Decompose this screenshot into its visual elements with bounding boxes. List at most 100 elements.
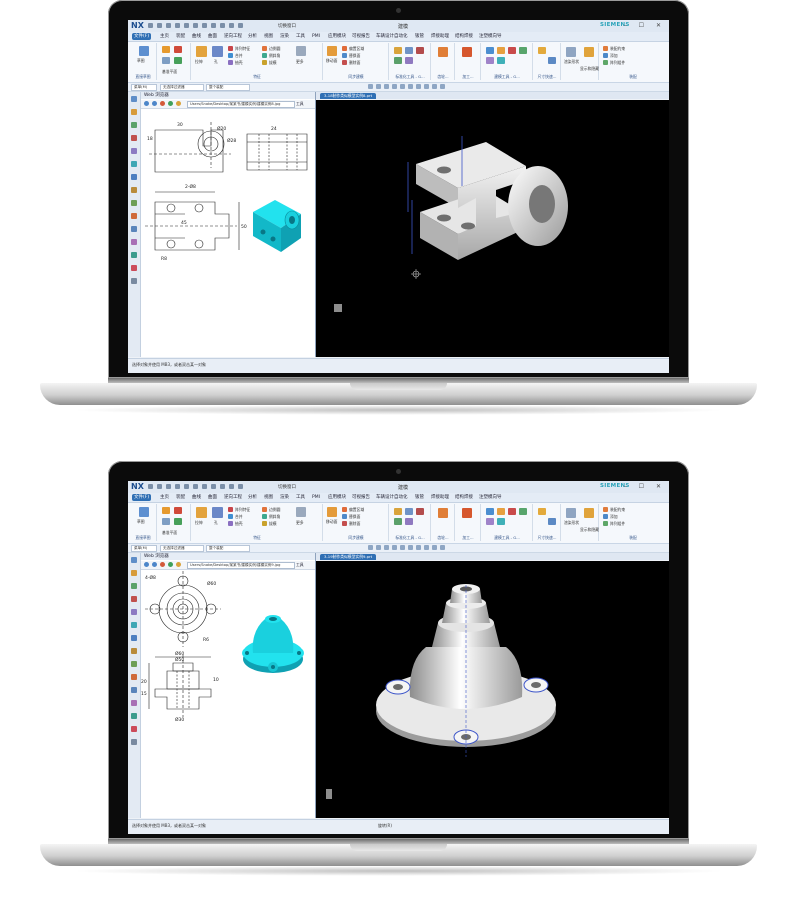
assembly-navigator-icon[interactable] xyxy=(131,109,137,115)
forward-icon[interactable] xyxy=(152,101,157,106)
extrude-icon[interactable] xyxy=(196,46,207,57)
tab-file[interactable]: 文件(F) xyxy=(132,33,152,40)
pattern-component-icon[interactable] xyxy=(603,60,608,65)
part-navigator-icon[interactable] xyxy=(131,96,137,102)
circle-icon[interactable] xyxy=(162,57,170,64)
tool-e-icon[interactable] xyxy=(486,57,494,64)
move-face-icon[interactable] xyxy=(327,46,337,56)
tab-surface[interactable]: 曲面 xyxy=(206,33,219,40)
tool-a-icon[interactable] xyxy=(486,47,494,54)
offset-region-icon[interactable] xyxy=(342,46,347,51)
show-hide-icon[interactable] xyxy=(584,47,594,57)
snap-icon[interactable] xyxy=(376,545,381,550)
selection-scope[interactable]: 整个装配 xyxy=(206,545,250,552)
bearing-icon[interactable] xyxy=(405,518,413,525)
snap-icon[interactable] xyxy=(384,84,389,89)
tab-view[interactable]: 视图 xyxy=(262,33,275,40)
simulation-icon[interactable] xyxy=(131,726,137,732)
constraint-navigator-icon[interactable] xyxy=(131,122,137,128)
tab-analysis[interactable]: 分析 xyxy=(246,33,259,40)
chamfer-icon[interactable] xyxy=(262,514,267,519)
shaft-icon[interactable] xyxy=(394,57,402,64)
gear-icon[interactable] xyxy=(438,47,448,57)
home-icon[interactable] xyxy=(176,101,181,106)
sketch-icon[interactable] xyxy=(139,507,149,517)
browser-tools-menu[interactable]: 工具 xyxy=(296,562,304,568)
process-studio-icon[interactable] xyxy=(131,200,137,206)
tab-file[interactable]: 文件(F) xyxy=(132,494,152,501)
snap-icon[interactable] xyxy=(424,84,429,89)
tab-vehicle-design[interactable]: 车辆设计自动化 xyxy=(374,494,410,501)
snap-icon[interactable] xyxy=(432,84,437,89)
roles-icon[interactable] xyxy=(131,687,137,693)
part-tab[interactable]: 3-19制作类似模型实例9.prt xyxy=(320,554,377,560)
line-icon[interactable] xyxy=(162,46,170,53)
assembly-navigator-icon[interactable] xyxy=(131,570,137,576)
arc-icon[interactable] xyxy=(174,46,182,53)
snap-icon[interactable] xyxy=(400,545,405,550)
pattern-icon[interactable] xyxy=(228,507,233,512)
tab-visual-report[interactable]: 可视报告 xyxy=(350,494,372,501)
more-icon[interactable] xyxy=(296,507,306,517)
replace-face-icon[interactable] xyxy=(342,53,347,58)
tab-weld-assistant[interactable]: 焊接助理 xyxy=(429,33,451,40)
help-icon[interactable] xyxy=(131,278,137,284)
shell-icon[interactable] xyxy=(228,60,233,65)
circle-icon[interactable] xyxy=(162,518,170,525)
tab-curve[interactable]: 曲线 xyxy=(190,494,203,501)
point-icon[interactable] xyxy=(174,57,182,64)
menu-dropdown[interactable]: 菜单(M) xyxy=(131,84,157,91)
snap-icon[interactable] xyxy=(392,84,397,89)
forward-icon[interactable] xyxy=(152,562,157,567)
tool-d-icon[interactable] xyxy=(519,47,527,54)
show-hide-icon[interactable] xyxy=(584,508,594,518)
tab-surface[interactable]: 曲面 xyxy=(206,494,219,501)
snap-icon[interactable] xyxy=(376,84,381,89)
add-component-icon[interactable] xyxy=(603,53,608,58)
add-component-icon[interactable] xyxy=(603,514,608,519)
replace-face-icon[interactable] xyxy=(342,514,347,519)
shell-icon[interactable] xyxy=(228,521,233,526)
fastener-icon[interactable] xyxy=(405,47,413,54)
tab-reverse[interactable]: 逆向工程 xyxy=(222,494,244,501)
browser-url-input[interactable]: Users/Snake/Desktop/某某书/建模实例/建模实例8.jpg xyxy=(187,101,295,108)
bearing-icon[interactable] xyxy=(405,57,413,64)
back-icon[interactable] xyxy=(144,101,149,106)
selection-scope[interactable]: 整个装配 xyxy=(206,84,250,91)
tab-render[interactable]: 渲染 xyxy=(278,33,291,40)
refresh-icon[interactable] xyxy=(168,562,173,567)
refresh-icon[interactable] xyxy=(168,101,173,106)
roles-icon[interactable] xyxy=(131,226,137,232)
shaft-icon[interactable] xyxy=(394,518,402,525)
part-model-render[interactable] xyxy=(316,100,669,357)
assembly-constraint-icon[interactable] xyxy=(603,46,608,51)
tool-b-icon[interactable] xyxy=(497,508,505,515)
tool-a-icon[interactable] xyxy=(486,508,494,515)
reuse-library-icon[interactable] xyxy=(131,609,137,615)
browser-tools-menu[interactable]: 工具 xyxy=(296,101,304,107)
spring-icon[interactable] xyxy=(416,47,424,54)
gear-icon[interactable] xyxy=(438,508,448,518)
tab-assembly[interactable]: 装配 xyxy=(174,33,187,40)
system-scenes-icon[interactable] xyxy=(131,239,137,245)
tab-curve[interactable]: 曲线 xyxy=(190,33,203,40)
point-icon[interactable] xyxy=(174,518,182,525)
help-icon[interactable] xyxy=(131,739,137,745)
snap-icon[interactable] xyxy=(408,84,413,89)
unite-icon[interactable] xyxy=(228,514,233,519)
part-model-render[interactable] xyxy=(316,561,669,818)
graphics-window[interactable] xyxy=(316,100,669,357)
snap-icon[interactable] xyxy=(384,545,389,550)
pattern-icon[interactable] xyxy=(228,46,233,51)
hd3d-icon[interactable] xyxy=(131,622,137,628)
tab-structure-weld[interactable]: 结构焊接 xyxy=(453,494,475,501)
tab-analysis[interactable]: 分析 xyxy=(246,494,259,501)
hd3d-icon[interactable] xyxy=(131,161,137,167)
assembly-constraint-icon[interactable] xyxy=(603,507,608,512)
system-scenes-icon[interactable] xyxy=(131,700,137,706)
dimension-icon[interactable] xyxy=(538,47,546,54)
hole-icon[interactable] xyxy=(212,46,223,57)
manufacturing-wizard-icon[interactable] xyxy=(131,674,137,680)
snap-icon[interactable] xyxy=(432,545,437,550)
arc-icon[interactable] xyxy=(174,507,182,514)
